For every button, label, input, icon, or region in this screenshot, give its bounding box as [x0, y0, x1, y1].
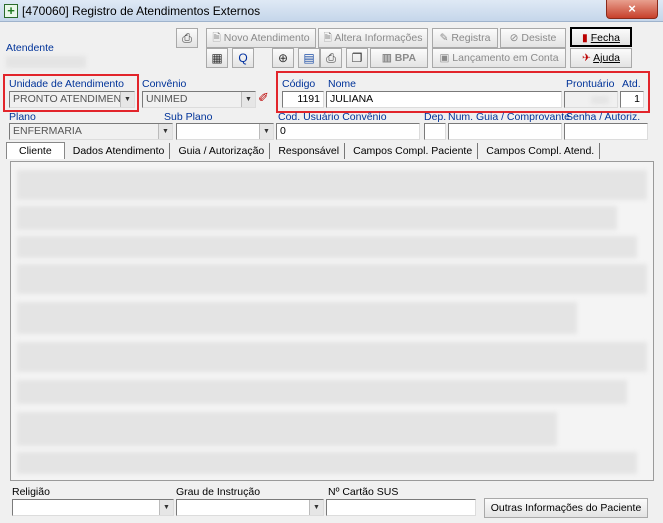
subplano-label: Sub Plano	[164, 111, 213, 123]
sus-label: Nº Cartão SUS	[328, 486, 399, 498]
tab-dados-atendimento[interactable]: Dados Atendimento	[68, 143, 171, 159]
sus-field[interactable]	[326, 499, 476, 516]
bpa-button[interactable]: ▥ BPA	[370, 48, 428, 68]
chevron-down-icon[interactable]: ▼	[309, 500, 323, 515]
document-list-icon[interactable]: ▤	[298, 48, 320, 68]
prontuario-value-redacted	[591, 96, 609, 104]
codigo-label: Código	[282, 78, 316, 90]
help-icon: ✈	[581, 52, 591, 64]
chevron-down-icon[interactable]: ▼	[159, 500, 173, 515]
subplano-select[interactable]: ▼	[176, 123, 274, 140]
convenio-select[interactable]: UNIMED ▼	[142, 91, 256, 108]
tab-campos-compl-paciente[interactable]: Campos Compl. Paciente	[348, 143, 479, 159]
atd-field[interactable]: 1	[620, 91, 644, 108]
prontuario-label: Prontuário	[566, 78, 615, 90]
fecha-button[interactable]: ▮ Fecha	[570, 27, 632, 47]
redacted-block	[17, 412, 557, 446]
edit-document-icon: 🗎	[323, 32, 332, 44]
cod-usuario-label: Cod. Usuário Convênio	[278, 111, 387, 123]
redacted-block	[17, 380, 627, 404]
bpa-icon: ▥	[381, 52, 392, 64]
chevron-down-icon[interactable]: ▼	[259, 124, 273, 139]
senha-label: Senha / Autoriz.	[566, 111, 641, 123]
prontuario-field[interactable]	[564, 91, 618, 108]
tab-campos-compl-atend[interactable]: Campos Compl. Atend.	[481, 143, 601, 159]
unidade-select[interactable]: PRONTO ATENDIMENT ▼	[9, 91, 135, 108]
tab-responsavel[interactable]: Responsável	[273, 143, 346, 159]
outras-informacoes-button[interactable]: Outras Informações do Paciente	[484, 498, 648, 518]
desiste-button[interactable]: ⊘ Desiste	[500, 28, 566, 48]
nome-field[interactable]: JULIANA	[326, 91, 562, 108]
zoom-icon[interactable]: ⊕	[272, 48, 294, 68]
new-document-icon: 🗎	[212, 32, 221, 44]
calculator-icon[interactable]: ▦	[206, 48, 228, 68]
dep-label: Dep.	[424, 111, 447, 123]
altera-informacoes-button[interactable]: 🗎 Altera Informações	[318, 28, 428, 48]
redacted-block	[17, 170, 647, 200]
atendente-value-redacted	[6, 56, 86, 68]
guia-label: Num. Guia / Comprovante	[448, 111, 570, 123]
close-window-button[interactable]: ×	[606, 0, 658, 19]
print-icon[interactable]: ⎙	[320, 48, 342, 68]
ajuda-button[interactable]: ✈ Ajuda	[570, 48, 632, 68]
convenio-label: Convênio	[142, 78, 187, 90]
tab-cliente[interactable]: Cliente	[6, 142, 65, 159]
nome-label: Nome	[328, 78, 357, 90]
tab-guia-autorizacao[interactable]: Guia / Autorização	[173, 143, 271, 159]
register-icon: ✎	[439, 32, 449, 44]
dep-field[interactable]	[424, 123, 446, 140]
redacted-block	[17, 206, 617, 230]
exit-icon: ▮	[582, 32, 588, 44]
copy-icon[interactable]: ❐	[346, 48, 368, 68]
chevron-down-icon[interactable]: ▼	[158, 124, 172, 139]
religiao-select[interactable]: ▼	[12, 499, 174, 516]
cancel-icon: ⊘	[509, 32, 519, 44]
account-icon: ▣	[439, 52, 450, 64]
registra-button[interactable]: ✎ Registra	[432, 28, 498, 48]
cliente-panel-redacted	[10, 161, 654, 481]
redacted-block	[17, 452, 637, 474]
app-icon: +	[4, 4, 18, 18]
cod-usuario-field[interactable]: 0	[276, 123, 420, 140]
unidade-label: Unidade de Atendimento	[9, 78, 125, 90]
grau-label: Grau de Instrução	[176, 486, 261, 498]
redacted-block	[17, 302, 577, 334]
chevron-down-icon[interactable]: ▼	[241, 92, 255, 107]
novo-atendimento-button[interactable]: 🗎 Novo Atendimento	[206, 28, 316, 48]
tab-bar: Cliente Dados Atendimento Guia / Autoriz…	[6, 142, 601, 160]
redacted-block	[17, 342, 647, 372]
guia-field[interactable]	[448, 123, 562, 140]
senha-field[interactable]	[564, 123, 648, 140]
religiao-label: Religião	[12, 486, 50, 498]
atd-label: Atd.	[622, 78, 641, 90]
lancamento-conta-button[interactable]: ▣ Lançamento em Conta	[432, 48, 566, 68]
title-bar: + [470060] Registro de Atendimentos Exte…	[0, 0, 663, 22]
chevron-down-icon[interactable]: ▼	[120, 92, 134, 107]
eraser-icon[interactable]: ✐	[258, 90, 269, 106]
window-title: [470060] Registro de Atendimentos Extern…	[22, 4, 261, 18]
redacted-block	[17, 236, 637, 258]
grau-select[interactable]: ▼	[176, 499, 324, 516]
codigo-field[interactable]: 1191	[282, 91, 324, 108]
atendente-label: Atendente	[6, 42, 54, 54]
query-icon[interactable]: Q	[232, 48, 254, 68]
plano-select[interactable]: ENFERMARIA ▼	[9, 123, 173, 140]
printer-icon[interactable]: ⎙	[176, 28, 198, 48]
plano-label: Plano	[9, 111, 36, 123]
redacted-block	[17, 264, 647, 294]
